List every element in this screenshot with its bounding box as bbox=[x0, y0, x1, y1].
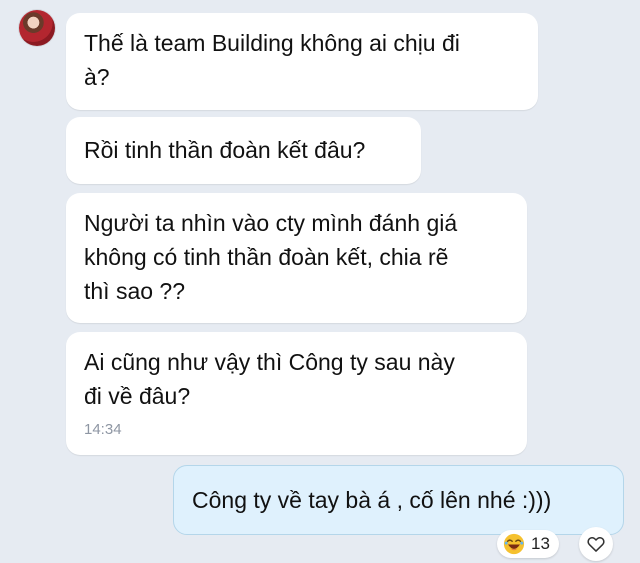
heart-icon bbox=[587, 537, 605, 552]
react-heart-button[interactable] bbox=[579, 527, 613, 561]
outgoing-message[interactable]: Công ty về tay bà á , cố lên nhé :))) bbox=[173, 465, 624, 535]
avatar[interactable] bbox=[19, 10, 55, 46]
message-text: Người ta nhìn vào cty mình đánh giá khôn… bbox=[84, 210, 458, 304]
incoming-message[interactable]: Thế là team Building không ai chịu đi à? bbox=[66, 13, 538, 110]
chat-thread: Thế là team Building không ai chịu đi à?… bbox=[0, 0, 640, 563]
laugh-emoji-icon bbox=[503, 533, 525, 555]
incoming-message[interactable]: Ai cũng như vậy thì Công ty sau này đi v… bbox=[66, 332, 527, 455]
incoming-message[interactable]: Rồi tinh thần đoàn kết đâu? bbox=[66, 117, 421, 184]
message-text: Công ty về tay bà á , cố lên nhé :))) bbox=[192, 487, 552, 513]
message-timestamp: 14:34 bbox=[84, 421, 122, 438]
reaction-summary[interactable]: 13 bbox=[497, 530, 559, 558]
message-text: Ai cũng như vậy thì Công ty sau này đi v… bbox=[84, 349, 455, 409]
message-text: Thế là team Building không ai chịu đi à? bbox=[84, 30, 460, 90]
incoming-message[interactable]: Người ta nhìn vào cty mình đánh giá khôn… bbox=[66, 193, 527, 323]
reaction-count: 13 bbox=[531, 534, 550, 553]
message-text: Rồi tinh thần đoàn kết đâu? bbox=[84, 137, 366, 163]
